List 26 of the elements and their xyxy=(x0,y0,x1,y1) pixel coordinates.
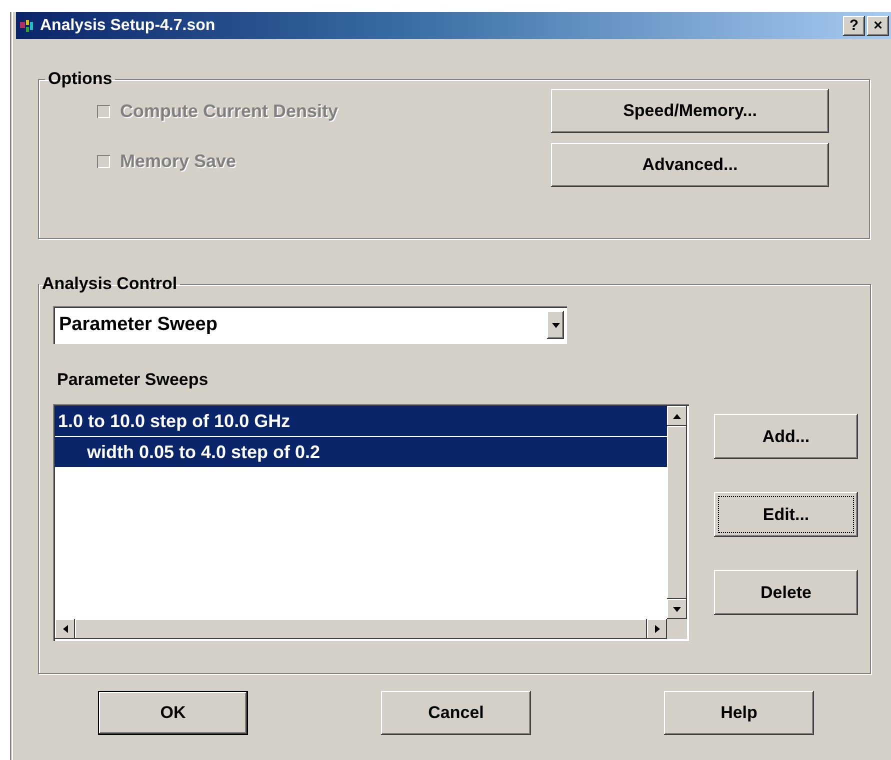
sweeps-list[interactable]: 1.0 to 10.0 step of 10.0 GHz width 0.05 to 4.0 step of 0.2 xyxy=(53,404,689,641)
scroll-right-icon xyxy=(654,625,660,633)
dialog-button[interactable]: OK xyxy=(98,691,248,735)
vertical-scrollbar[interactable] xyxy=(667,406,687,619)
close-button[interactable]: × xyxy=(867,16,889,36)
help-button[interactable]: ? xyxy=(843,16,865,36)
sweep-type-dropdown[interactable]: Parameter Sweep xyxy=(53,306,567,344)
scroll-up-icon xyxy=(673,414,681,418)
dropdown-arrow-icon xyxy=(552,322,560,328)
group-title: Analysis Control xyxy=(41,274,178,294)
dialog-button[interactable]: Speed/Memory... xyxy=(551,89,829,133)
scroll-left-icon xyxy=(62,625,68,633)
dialog-button[interactable]: Advanced... xyxy=(551,143,829,187)
dialog-button[interactable]: Edit... xyxy=(714,492,858,537)
list-item[interactable]: width 0.05 to 4.0 step of 0.2 xyxy=(55,437,667,467)
dialog-button[interactable]: Cancel xyxy=(381,691,531,735)
app-icon xyxy=(20,18,36,34)
scroll-down-icon xyxy=(673,606,681,612)
dialog-button[interactable]: Delete xyxy=(714,570,858,615)
window-title: Analysis Setup-4.7.son xyxy=(40,16,216,34)
group-title: Options xyxy=(47,69,114,89)
horizontal-scrollbar[interactable] xyxy=(55,619,667,639)
list-label: Parameter Sweeps xyxy=(57,370,210,391)
list-item[interactable]: 1.0 to 10.0 step of 10.0 GHz xyxy=(55,406,667,436)
dialog-button[interactable]: Help xyxy=(664,691,814,735)
dialog-button[interactable]: Add... xyxy=(714,414,858,459)
